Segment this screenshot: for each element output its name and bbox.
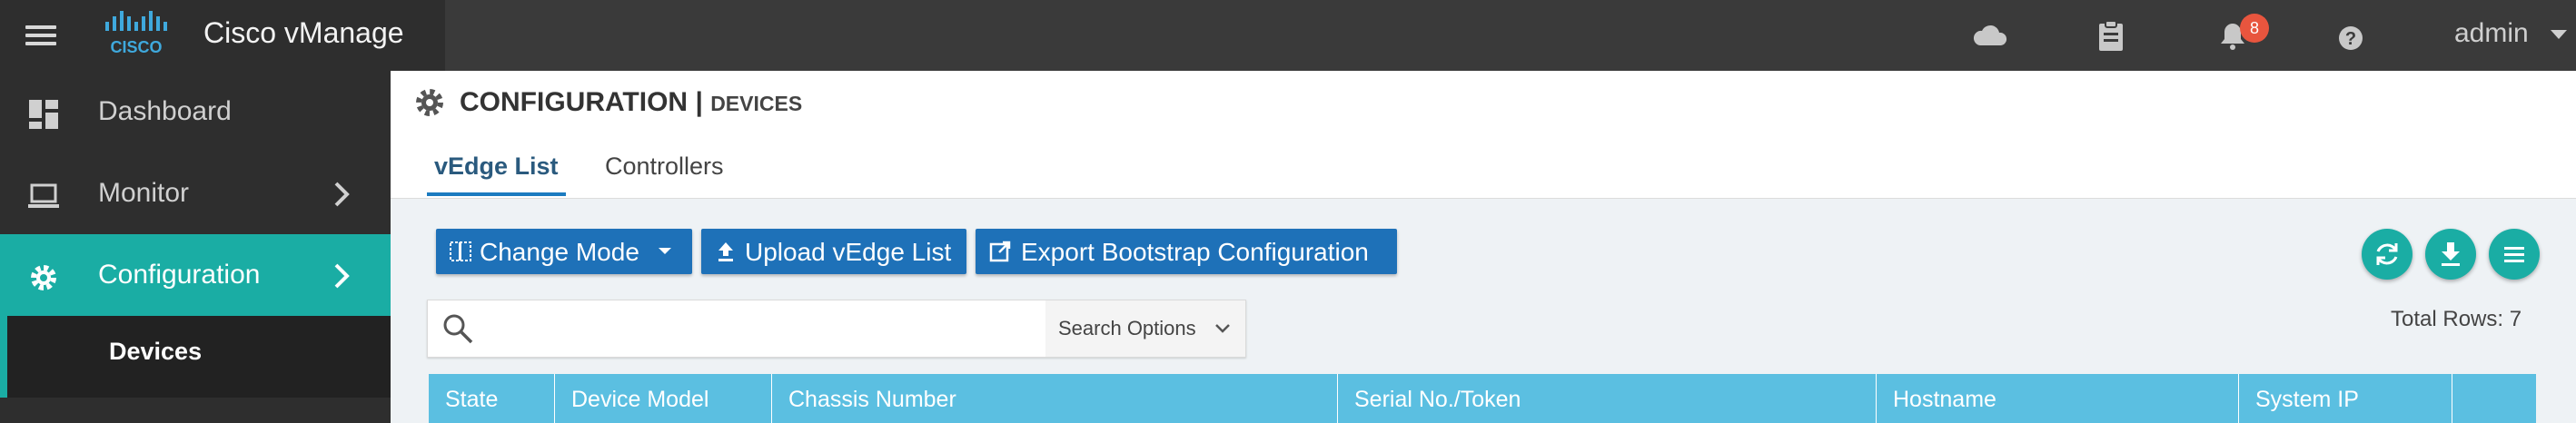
notification-badge[interactable]: 8 <box>2240 14 2269 43</box>
table-header: State Device Model Chassis Number Serial… <box>429 374 2536 423</box>
cloud-icon[interactable] <box>1971 16 2011 56</box>
column-header-serial-token[interactable]: Serial No./Token <box>1338 374 1877 423</box>
sidebar-item-dashboard[interactable]: Dashboard <box>0 71 391 152</box>
sidebar-item-label: Monitor <box>98 178 190 208</box>
laptop-icon <box>28 183 59 208</box>
column-header-hostname[interactable]: Hostname <box>1877 374 2239 423</box>
content-header: CONFIGURATION | DEVICES vEdge List Contr… <box>391 71 2576 199</box>
menu-icon <box>2504 247 2524 262</box>
sidebar-item-monitor[interactable]: Monitor <box>0 152 391 234</box>
page-title-main: CONFIGURATION <box>460 87 689 117</box>
chevron-right-icon <box>334 263 350 289</box>
gear-icon <box>31 265 56 290</box>
sidebar-subitem-devices[interactable]: Devices <box>0 316 391 398</box>
user-menu-caret-icon[interactable] <box>2551 30 2567 39</box>
external-link-icon <box>989 241 1011 262</box>
page-subtitle: DEVICES <box>710 92 803 115</box>
dashboard-icon <box>29 100 58 129</box>
tab-label: Controllers <box>605 152 724 180</box>
sidebar-subitem-label: Devices <box>109 338 203 365</box>
sidebar-item-configuration[interactable]: Configuration <box>0 234 391 316</box>
cisco-logo: CISCO <box>105 11 167 56</box>
search-box: Search Options <box>427 300 1246 358</box>
user-menu[interactable]: admin <box>2454 18 2529 49</box>
svg-text:?: ? <box>2345 29 2356 49</box>
column-header-device-model[interactable]: Device Model <box>555 374 772 423</box>
change-mode-button[interactable]: Change Mode <box>436 229 692 274</box>
chevron-down-icon <box>1215 324 1230 333</box>
refresh-button[interactable] <box>2362 229 2413 280</box>
sidebar-item-label: Configuration <box>98 260 261 290</box>
sidebar-item-label: Dashboard <box>98 96 232 126</box>
chevron-right-icon <box>334 182 350 207</box>
refresh-icon <box>2376 243 2398 265</box>
page-title: CONFIGURATION | DEVICES <box>460 87 802 118</box>
column-header-system-ip[interactable]: System IP <box>2239 374 2452 423</box>
hamburger-menu-icon[interactable] <box>25 25 56 45</box>
search-options-dropdown[interactable]: Search Options <box>1045 300 1245 357</box>
top-bar: CISCO Cisco vManage 8 ? admin <box>0 0 2576 71</box>
search-icon <box>443 314 473 344</box>
upload-vedge-list-button[interactable]: Upload vEdge List <box>701 229 966 274</box>
tab-active-underline <box>427 192 566 196</box>
app-title: Cisco vManage <box>203 16 404 49</box>
upload-label: Upload vEdge List <box>745 238 952 266</box>
caret-down-icon <box>659 248 671 254</box>
tab-controllers[interactable]: Controllers <box>605 152 724 181</box>
upload-icon <box>718 242 733 261</box>
column-header-chassis-number[interactable]: Chassis Number <box>772 374 1338 423</box>
tab-vedge-list[interactable]: vEdge List <box>427 152 566 196</box>
sidebar: Dashboard Monitor Configuration Devices <box>0 71 391 423</box>
search-input[interactable] <box>484 310 1033 348</box>
columns-icon <box>450 241 471 261</box>
active-indicator <box>0 316 7 398</box>
download-icon <box>2442 242 2460 266</box>
column-menu-button[interactable] <box>2489 229 2540 280</box>
export-bootstrap-configuration-button[interactable]: Export Bootstrap Configuration <box>976 229 1397 274</box>
clipboard-icon[interactable] <box>2091 16 2131 56</box>
cisco-logo-text: CISCO <box>110 38 162 56</box>
tab-label: vEdge List <box>434 152 559 180</box>
change-mode-label: Change Mode <box>480 238 639 266</box>
search-options-label: Search Options <box>1058 317 1196 339</box>
column-header-state[interactable]: State <box>429 374 555 423</box>
export-label: Export Bootstrap Configuration <box>1021 238 1369 266</box>
page-title-separator: | <box>695 87 703 117</box>
total-rows-count: Total Rows: 7 <box>2391 307 2522 331</box>
gear-icon <box>416 89 443 116</box>
download-button[interactable] <box>2425 229 2476 280</box>
brand-area: CISCO Cisco vManage <box>0 0 445 71</box>
help-icon[interactable]: ? <box>2331 16 2371 56</box>
